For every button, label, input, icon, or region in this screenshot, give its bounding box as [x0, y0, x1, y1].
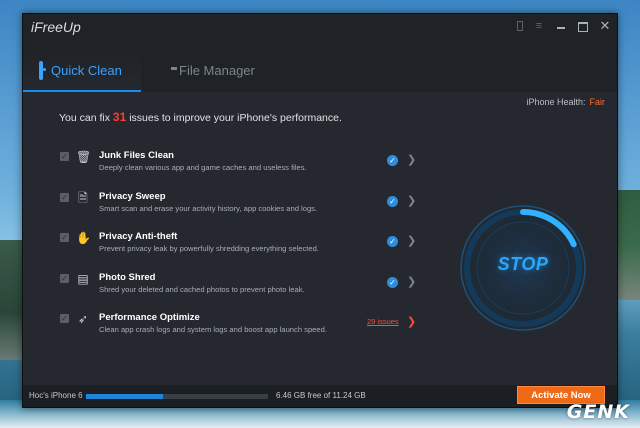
check-badge-icon: ✓: [387, 155, 398, 166]
health-label: iPhone Health:: [526, 97, 586, 107]
trash-icon: 🗑: [76, 150, 92, 164]
list-item-junk-files-clean[interactable]: ✓ 🗑 Junk Files Clean Deeply clean variou…: [57, 150, 425, 191]
storage-text: 6.46 GB free of 11.24 GB: [276, 391, 366, 400]
menu-icon[interactable]: ≡: [533, 20, 545, 32]
item-checkbox[interactable]: ✓: [60, 273, 69, 283]
storage-bar-fill: [86, 394, 164, 399]
summary-suffix: issues to improve your iPhone's performa…: [129, 112, 342, 124]
item-checkbox[interactable]: ✓: [60, 314, 69, 323]
app-title: iFreeUp: [31, 19, 81, 35]
item-description: Clean app crash logs and system logs and…: [99, 325, 327, 334]
tab-label: Quick Clean: [51, 62, 122, 78]
window-controls: ≡ ✕: [517, 19, 611, 32]
health-value: Fair: [589, 97, 606, 107]
stop-label: STOP: [497, 254, 549, 274]
chevron-right-icon[interactable]: ❯: [407, 194, 416, 207]
device-name: Hoc's iPhone 6: [29, 391, 83, 400]
rocket-icon: ➶: [77, 312, 89, 326]
item-title: Performance Optimize: [99, 312, 200, 323]
item-description: Shred your deleted and cached photos to …: [99, 284, 305, 294]
item-title: Photo Shred: [99, 271, 156, 283]
device-icon[interactable]: [517, 21, 523, 31]
tab-bar: Quick Clean File Manager: [23, 50, 617, 92]
close-icon[interactable]: ✕: [599, 19, 611, 32]
check-badge-icon: ✓: [387, 236, 398, 247]
check-badge-icon: ✓: [387, 276, 398, 288]
issue-count: 31: [112, 110, 127, 124]
issues-link[interactable]: 29 issues: [367, 317, 399, 326]
app-window: iFreeUp ≡ ✕ Quick Clean File Manager iPh…: [22, 13, 618, 408]
list-item-privacy-anti-theft[interactable]: ✓ ✋ Privacy Anti-theft Prevent privacy l…: [57, 231, 425, 272]
item-checkbox[interactable]: ✓: [60, 152, 69, 161]
item-checkbox[interactable]: ✓: [60, 192, 69, 202]
chevron-right-icon[interactable]: ❯: [407, 234, 416, 247]
item-description: Prevent privacy leak by powerfully shred…: [99, 244, 319, 253]
chevron-right-icon[interactable]: ❯: [407, 315, 416, 328]
item-description: Deeply clean various app and game caches…: [99, 163, 307, 172]
phone-icon: [39, 60, 43, 80]
document-icon: 🗎: [78, 190, 88, 205]
hand-icon: ✋: [76, 231, 91, 245]
issues-summary: You can fix 31 issues to improve your iP…: [59, 110, 342, 124]
tab-file-manager[interactable]: File Manager: [155, 50, 255, 90]
desktop-background-left: [0, 240, 22, 360]
quick-clean-panel: iPhone Health: Fair You can fix 31 issues…: [23, 92, 617, 385]
stop-scan-button[interactable]: STOP: [451, 196, 595, 340]
summary-prefix: You can fix: [59, 112, 110, 124]
check-badge-icon: ✓: [387, 195, 398, 207]
status-bar: Hoc's iPhone 6 6.46 GB free of 11.24 GB …: [23, 385, 617, 407]
item-description: Smart scan and erase your activity histo…: [99, 203, 318, 213]
storage-bar: [86, 394, 268, 399]
item-title: Privacy Sweep: [99, 190, 166, 202]
chevron-right-icon[interactable]: ❯: [407, 275, 416, 288]
tab-quick-clean[interactable]: Quick Clean: [23, 50, 141, 92]
tab-label: File Manager: [179, 62, 255, 78]
watermark-logo: GENK: [566, 401, 630, 423]
chevron-right-icon[interactable]: ❯: [407, 153, 416, 166]
list-item-photo-shred[interactable]: ✓ ▤ Photo Shred Shred your deleted and c…: [57, 272, 425, 313]
maximize-icon[interactable]: [577, 20, 589, 32]
item-title: Privacy Anti-theft: [99, 231, 178, 242]
list-item-privacy-sweep[interactable]: ✓ 🗎 Privacy Sweep Smart scan and erase y…: [57, 191, 425, 232]
iphone-health: iPhone Health: Fair: [526, 97, 605, 107]
item-title: Junk Files Clean: [99, 150, 174, 161]
list-item-performance-optimize[interactable]: ✓ ➶ Performance Optimize Clean app crash…: [57, 312, 425, 353]
shredder-icon: ▤: [77, 271, 89, 286]
minimize-icon[interactable]: [555, 20, 567, 32]
clean-items-list: ✓ 🗑 Junk Files Clean Deeply clean variou…: [57, 150, 425, 353]
title-bar: iFreeUp ≡ ✕: [23, 14, 617, 42]
item-checkbox[interactable]: ✓: [60, 233, 69, 242]
